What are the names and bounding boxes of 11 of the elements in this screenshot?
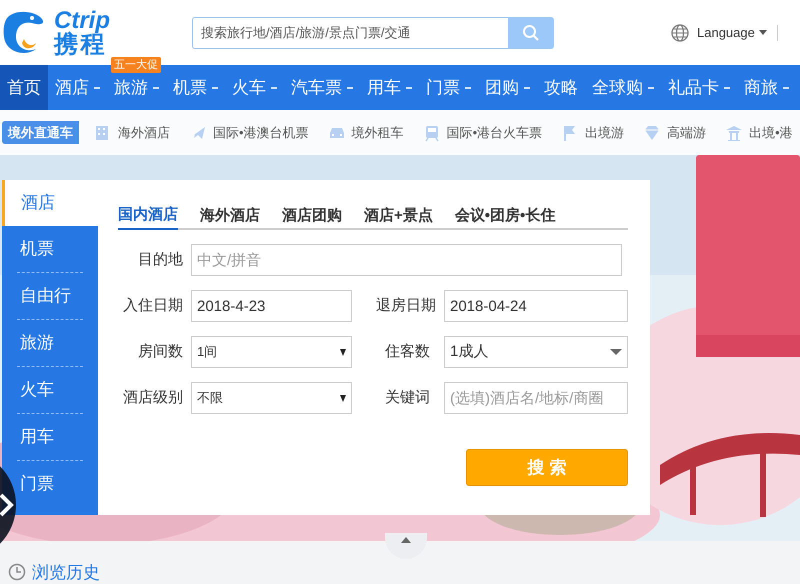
logo-text: 携程 <box>54 32 107 56</box>
section-tag: 境外直通车 <box>2 120 79 144</box>
field-label: 房间数 <box>137 342 183 362</box>
logo-text: Ctrip <box>54 8 110 32</box>
field-label: 关键词 <box>384 388 431 408</box>
field-label: 退房日期 <box>375 296 436 316</box>
field-label: 酒店级别 <box>122 388 183 408</box>
promo-badge: 五一大促 <box>111 57 161 73</box>
field-label: 住客数 <box>384 342 431 362</box>
field-label: 入住日期 <box>122 296 183 316</box>
field-label: 目的地 <box>137 250 183 270</box>
